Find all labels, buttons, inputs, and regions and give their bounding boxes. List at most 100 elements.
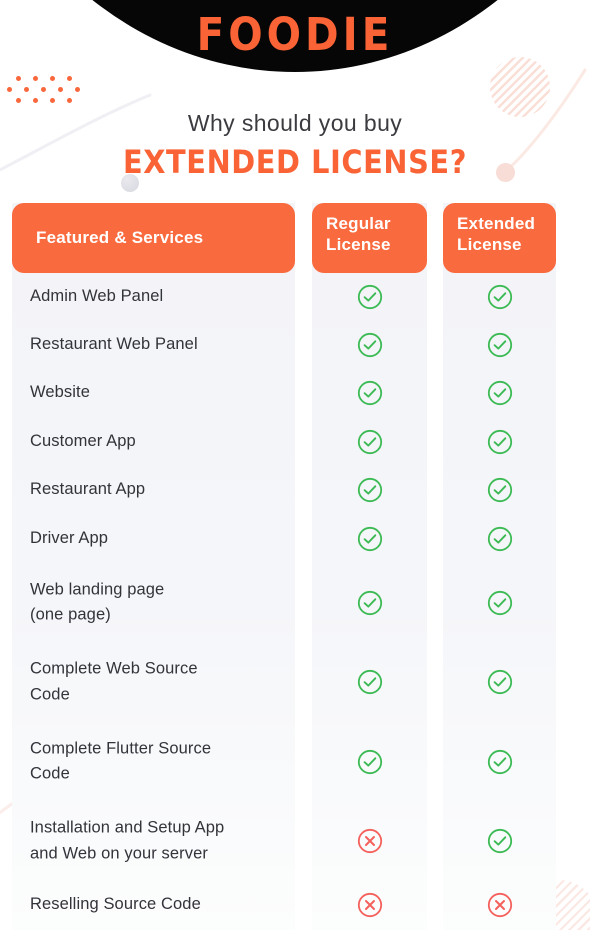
feature-label: Complete Flutter Source Code (30, 739, 212, 783)
check-circle-icon (312, 380, 427, 406)
poster-canvas: FOODIE Why should you buy EXTENDED LICEN… (0, 0, 590, 930)
table-row: Driver App (12, 515, 295, 562)
check-circle-icon (443, 429, 556, 455)
feature-label: Restaurant Web Panel (30, 335, 198, 354)
column-header-regular-line2: License (326, 234, 391, 254)
check-circle-icon (312, 590, 427, 616)
table-row: Reselling Source Code (12, 882, 295, 929)
table-row (443, 643, 556, 721)
cross-circle-icon (312, 892, 427, 918)
table-row (443, 418, 556, 465)
table-row: Installation and Setup App and Web on you… (12, 802, 295, 880)
column-features: Featured & Services Admin Web Panel Resta… (12, 203, 295, 930)
column-header-extended-line2: License (457, 234, 522, 254)
check-circle-icon (443, 526, 556, 552)
table-row (312, 802, 427, 880)
feature-label: Installation and Setup App and Web on you… (30, 818, 225, 863)
table-row (443, 515, 556, 562)
table-row (312, 515, 427, 562)
feature-label: Restaurant App (30, 480, 146, 499)
check-circle-icon (312, 526, 427, 552)
column-header-regular: Regular License (312, 203, 427, 273)
table-row (312, 882, 427, 929)
cross-circle-icon (312, 828, 427, 854)
check-circle-icon (312, 669, 427, 695)
feature-label: Web landing page (one page) (30, 580, 165, 624)
table-row (312, 467, 427, 514)
table-row (443, 564, 556, 642)
check-circle-icon (312, 477, 427, 503)
table-row (443, 882, 556, 929)
decorative-dot (58, 87, 63, 92)
striped-circle-top-right (490, 57, 550, 117)
table-row: Restaurant App (12, 467, 295, 514)
table-row (312, 564, 427, 642)
decorative-dot (33, 76, 38, 81)
table-row: Website (12, 370, 295, 417)
check-circle-icon (312, 429, 427, 455)
decorative-dot (67, 76, 72, 81)
table-row (443, 723, 556, 801)
feature-rows: Admin Web Panel Restaurant Web Panel Websi… (12, 273, 295, 930)
decorative-dot (16, 76, 21, 81)
table-row: Restaurant Web Panel (12, 321, 295, 368)
table-row: Complete Web Source Code (12, 643, 295, 721)
check-circle-icon (312, 284, 427, 310)
check-circle-icon (443, 380, 556, 406)
table-row (443, 273, 556, 320)
subheading: Why should you buy (187, 110, 403, 136)
column-extended-license: Extended License (443, 203, 556, 930)
check-circle-icon (443, 590, 556, 616)
check-circle-icon (443, 477, 556, 503)
feature-label: Reselling Source Code (30, 895, 201, 914)
cross-circle-icon (443, 892, 556, 918)
table-row (443, 370, 556, 417)
decorative-dot (33, 98, 38, 103)
column-header-regular-line1: Regular (326, 214, 391, 233)
table-row: Admin Web Panel (12, 273, 295, 320)
table-row (312, 418, 427, 465)
check-circle-icon (443, 669, 556, 695)
extended-license-marks (443, 273, 556, 930)
table-row (312, 321, 427, 368)
decorative-dot (24, 87, 29, 92)
feature-label: Website (30, 383, 91, 402)
table-row (312, 643, 427, 721)
orange-dot-grid (2, 76, 90, 114)
column-header-extended-line1: Extended (457, 214, 536, 233)
page-title: EXTENDED LICENSE? (122, 143, 468, 181)
check-circle-icon (443, 828, 556, 854)
column-header-features-label: Featured & Services (36, 228, 204, 247)
feature-label: Driver App (30, 528, 109, 547)
column-header-extended: Extended License (443, 203, 556, 273)
feature-label: Admin Web Panel (30, 286, 164, 305)
table-row (312, 370, 427, 417)
check-circle-icon (443, 749, 556, 775)
decorative-dot (41, 87, 46, 92)
check-circle-icon (443, 284, 556, 310)
decorative-dot (50, 76, 55, 81)
feature-label: Customer App (30, 432, 136, 451)
table-row: Complete Flutter Source Code (12, 723, 295, 801)
decorative-dot (67, 98, 72, 103)
decorative-dot (7, 87, 12, 92)
column-header-features: Featured & Services (12, 203, 295, 273)
table-row (312, 273, 427, 320)
table-row (443, 802, 556, 880)
column-regular-license: Regular License (312, 203, 427, 930)
brand-title: FOODIE (196, 8, 394, 61)
decorative-dot (16, 98, 21, 103)
decorative-dot (50, 98, 55, 103)
table-row (443, 321, 556, 368)
table-row: Customer App (12, 418, 295, 465)
decorative-dot (75, 87, 80, 92)
table-row: Web landing page (one page) (12, 564, 295, 642)
check-circle-icon (312, 332, 427, 358)
check-circle-icon (443, 332, 556, 358)
regular-license-marks (312, 273, 427, 930)
table-row (312, 723, 427, 801)
license-comparison-table: Featured & Services Admin Web Panel Resta… (0, 203, 590, 930)
table-row (443, 467, 556, 514)
check-circle-icon (312, 749, 427, 775)
feature-label: Complete Web Source Code (30, 659, 198, 704)
